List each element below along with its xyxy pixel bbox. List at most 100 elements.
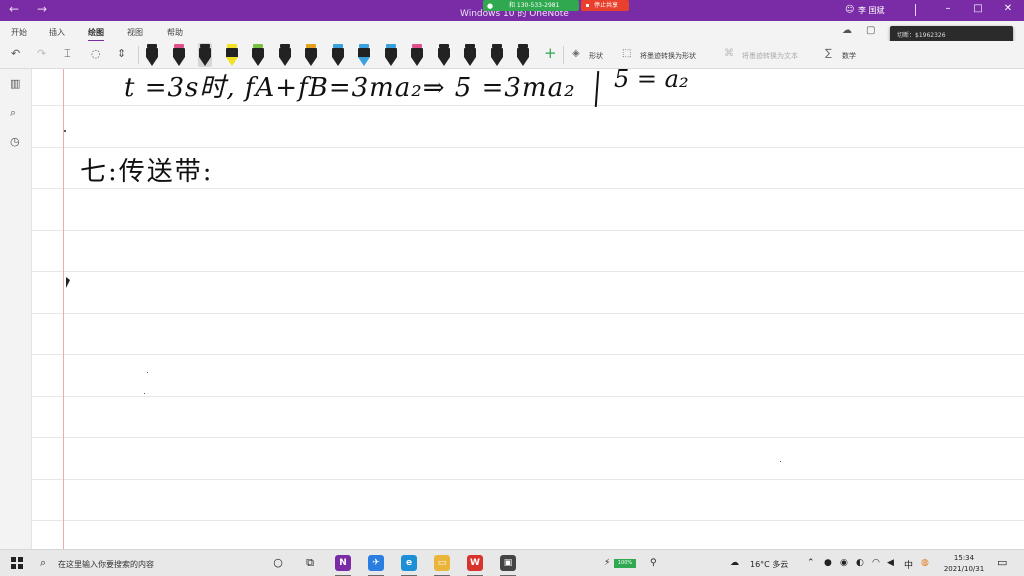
ruled-line bbox=[32, 230, 1024, 231]
ruled-line bbox=[32, 396, 1024, 397]
onenote-app-icon[interactable]: N bbox=[335, 555, 351, 571]
pen-tool[interactable] bbox=[384, 43, 398, 67]
system-clock[interactable]: 15:34 2021/10/31 bbox=[940, 553, 988, 575]
note-canvas[interactable]: t =3s时, fA+fB=3ma₂⇒ 5 =3ma₂ 5 = a₂ 七:传送带… bbox=[32, 69, 1024, 549]
notebooks-icon[interactable]: ▥ bbox=[10, 77, 20, 90]
left-navigation: ▥ ⌕ ◷ bbox=[0, 69, 32, 549]
select-text-icon[interactable]: ⌶ bbox=[64, 47, 71, 61]
tab-insert[interactable]: 插入 bbox=[49, 27, 65, 38]
pen-tool[interactable] bbox=[463, 43, 477, 67]
recent-clock-icon[interactable]: ◷ bbox=[10, 135, 20, 148]
redo-icon[interactable]: ↷ bbox=[37, 47, 46, 60]
notification-text: 切断：$1962326 bbox=[897, 32, 946, 39]
taskbar-search-input[interactable]: 在这里输入你要搜索的内容 bbox=[58, 559, 154, 570]
ink-to-shape-button[interactable]: 将墨迹转换为形状 bbox=[640, 51, 696, 61]
maximize-icon[interactable]: □ bbox=[968, 3, 988, 14]
tab-home[interactable]: 开始 bbox=[11, 27, 27, 38]
ruled-line bbox=[32, 147, 1024, 148]
pen-tool[interactable] bbox=[357, 43, 371, 67]
pen-tool[interactable] bbox=[410, 43, 424, 67]
forward-arrow-icon[interactable]: → bbox=[37, 2, 47, 16]
draw-ribbon: ↶ ↷ ⌶ ◌ ⇕ + ◈ 形状 ⬚ 将墨迹转换为形状 ⌘ 将墨迹转换为文本 ∑… bbox=[0, 41, 1024, 69]
ink-heading-conveyor[interactable]: 七:传送带: bbox=[80, 151, 214, 188]
tab-draw[interactable]: 绘图 bbox=[88, 27, 104, 42]
cortana-circle-icon[interactable]: ○ bbox=[270, 555, 286, 571]
volume-icon[interactable]: ◀ bbox=[887, 558, 894, 568]
titlebar-divider bbox=[915, 4, 916, 16]
undo-icon[interactable]: ↶ bbox=[11, 47, 20, 60]
ruled-line bbox=[32, 188, 1024, 189]
task-view-icon[interactable]: ⧉ bbox=[302, 555, 318, 571]
ruled-line bbox=[32, 437, 1024, 438]
chevron-up-icon[interactable]: ⌃ bbox=[807, 558, 815, 568]
mouse-cursor bbox=[66, 277, 70, 288]
shapes-button[interactable]: 形状 bbox=[589, 51, 603, 61]
pen-tool[interactable] bbox=[304, 43, 318, 67]
title-bar: ← → Windows 10 的 OneNote ● 和 130-533-298… bbox=[0, 0, 1024, 21]
clock-date: 2021/10/31 bbox=[943, 565, 985, 573]
add-pen-icon[interactable]: + bbox=[544, 44, 557, 62]
wps-app-icon[interactable]: W bbox=[467, 555, 483, 571]
ime-indicator[interactable]: 中 bbox=[904, 558, 913, 571]
math-button[interactable]: 数学 bbox=[842, 51, 856, 61]
ruled-line bbox=[32, 313, 1024, 314]
tray-app-icon[interactable]: ◉ bbox=[840, 558, 848, 568]
back-arrow-icon[interactable]: ← bbox=[9, 2, 19, 16]
pen-tool[interactable] bbox=[145, 43, 159, 67]
stop-share-button[interactable]: 停止共享 bbox=[581, 0, 629, 11]
tab-help[interactable]: 帮助 bbox=[167, 27, 183, 38]
action-center-icon[interactable]: ▭ bbox=[997, 556, 1007, 569]
lasso-select-icon[interactable]: ◌ bbox=[91, 47, 101, 60]
math-icon[interactable]: ∑ bbox=[825, 48, 832, 59]
user-name[interactable]: 李 国斌 bbox=[858, 5, 885, 16]
feishu-app-icon[interactable]: ✈ bbox=[368, 555, 384, 571]
capture-app-icon[interactable]: ▣ bbox=[500, 555, 516, 571]
ink-to-text-button: 将墨迹转换为文本 bbox=[742, 52, 798, 60]
pen-tool[interactable] bbox=[172, 43, 186, 67]
weather-cloud-icon[interactable]: ☁ bbox=[730, 558, 739, 568]
search-icon[interactable]: ⌕ bbox=[10, 106, 16, 120]
shapes-icon[interactable]: ◈ bbox=[572, 48, 580, 59]
taskbar: ⌕ 在这里输入你要搜索的内容 ○ ⧉ N ✈ e ▭ W ▣ ⚡ 100% ⚲ ☁ 16°… bbox=[0, 549, 1024, 576]
screen-share-indicator[interactable]: ● 和 130-533-2981 bbox=[483, 0, 579, 11]
stop-share-label: 停止共享 bbox=[594, 2, 619, 9]
weather-text[interactable]: 16°C 多云 bbox=[750, 559, 788, 570]
tab-view[interactable]: 视图 bbox=[127, 27, 143, 38]
chat-bubble-icon: ● bbox=[487, 2, 494, 10]
sync-icon[interactable]: ☁ bbox=[842, 25, 852, 36]
pen-tool[interactable] bbox=[278, 43, 292, 67]
explorer-app-icon[interactable]: ▭ bbox=[434, 555, 450, 571]
security-icon[interactable]: ◍ bbox=[921, 558, 929, 568]
pen-tool[interactable] bbox=[437, 43, 451, 67]
edge-app-icon[interactable]: e bbox=[401, 555, 417, 571]
ink-to-shape-icon[interactable]: ⬚ bbox=[622, 48, 631, 59]
windows-start-icon[interactable] bbox=[11, 557, 23, 569]
pen-tool[interactable] bbox=[198, 43, 212, 67]
pen-tool[interactable] bbox=[516, 43, 530, 67]
clock-time: 15:34 bbox=[953, 554, 975, 562]
battery-indicator[interactable]: 100% bbox=[614, 559, 636, 568]
search-icon[interactable]: ⌕ bbox=[40, 556, 46, 570]
ruled-line bbox=[32, 271, 1024, 272]
ink-stroke[interactable] bbox=[594, 70, 600, 108]
page-margin-line bbox=[63, 69, 64, 549]
minimize-icon[interactable]: – bbox=[938, 3, 958, 14]
add-space-icon[interactable]: ⇕ bbox=[117, 47, 126, 60]
wifi-icon[interactable]: ◠ bbox=[872, 558, 880, 568]
user-icon: ☺ bbox=[845, 5, 855, 15]
pen-tool[interactable] bbox=[251, 43, 265, 67]
person-icon[interactable]: ⚲ bbox=[650, 558, 657, 568]
ink-dot bbox=[144, 393, 145, 394]
pen-tool[interactable] bbox=[490, 43, 504, 67]
ink-to-text-icon: ⌘ bbox=[724, 48, 734, 59]
ink-dot bbox=[780, 461, 781, 462]
close-icon[interactable]: ✕ bbox=[998, 3, 1018, 14]
ink-equation-line[interactable]: t =3s时, fA+fB=3ma₂⇒ 5 =3ma₂ bbox=[124, 69, 576, 104]
microphone-icon[interactable]: ● bbox=[824, 558, 832, 568]
ruled-line bbox=[32, 479, 1024, 480]
usb-icon[interactable]: ◐ bbox=[856, 558, 864, 568]
pen-tool[interactable] bbox=[331, 43, 345, 67]
notification-bell-icon[interactable]: ▢ bbox=[866, 25, 875, 36]
pen-tool[interactable] bbox=[225, 43, 239, 67]
ink-equation-tail[interactable]: 5 = a₂ bbox=[614, 69, 689, 93]
